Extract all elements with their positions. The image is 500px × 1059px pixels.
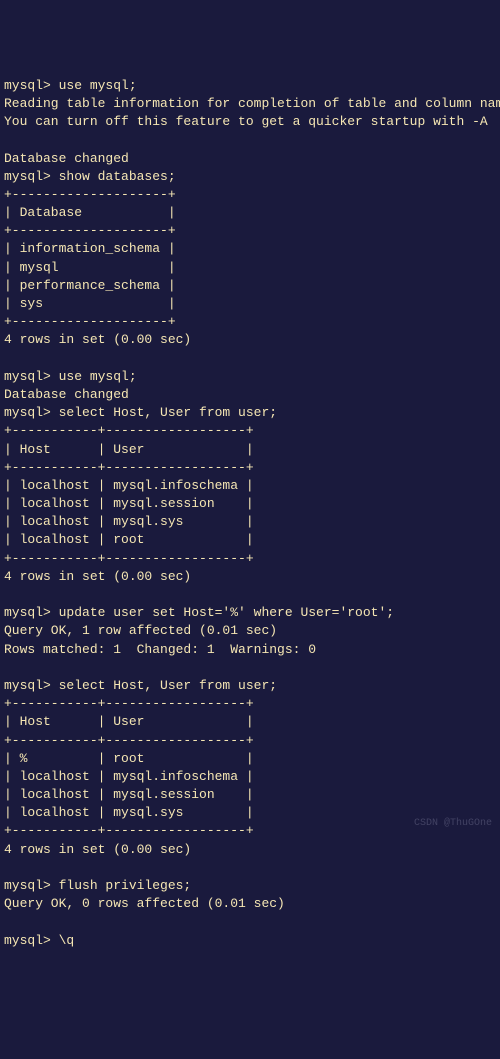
terminal-line: mysql> \q xyxy=(4,932,496,950)
terminal-line: 4 rows in set (0.00 sec) xyxy=(4,331,496,349)
terminal-line: +--------------------+ xyxy=(4,222,496,240)
terminal-line: mysql> select Host, User from user; xyxy=(4,677,496,695)
terminal-line: | information_schema | xyxy=(4,240,496,258)
terminal-line: | localhost | root | xyxy=(4,531,496,549)
terminal-line: | Database | xyxy=(4,204,496,222)
terminal-line: | localhost | mysql.session | xyxy=(4,495,496,513)
terminal-line xyxy=(4,659,496,677)
terminal-line: +-----------+------------------+ xyxy=(4,459,496,477)
terminal-line: Query OK, 0 rows affected (0.01 sec) xyxy=(4,895,496,913)
terminal-line: Rows matched: 1 Changed: 1 Warnings: 0 xyxy=(4,641,496,659)
terminal-line: +-----------+------------------+ xyxy=(4,695,496,713)
terminal-line: mysql> update user set Host='%' where Us… xyxy=(4,604,496,622)
terminal-line: mysql> flush privileges; xyxy=(4,877,496,895)
terminal-line: | Host | User | xyxy=(4,441,496,459)
terminal-line: | % | root | xyxy=(4,750,496,768)
terminal-line xyxy=(4,131,496,149)
terminal-line: | localhost | mysql.infoschema | xyxy=(4,768,496,786)
terminal-line xyxy=(4,350,496,368)
terminal-line: Reading table information for completion… xyxy=(4,95,496,113)
terminal-line: +-----------+------------------+ xyxy=(4,422,496,440)
terminal-line: | performance_schema | xyxy=(4,277,496,295)
terminal-line: | sys | xyxy=(4,295,496,313)
terminal-line: mysql> select Host, User from user; xyxy=(4,404,496,422)
terminal-line: +-----------+------------------+ xyxy=(4,732,496,750)
terminal-line: You can turn off this feature to get a q… xyxy=(4,113,496,131)
terminal-line: +-----------+------------------+ xyxy=(4,550,496,568)
watermark-text: CSDN @ThuGOne xyxy=(414,817,492,831)
terminal-line: Query OK, 1 row affected (0.01 sec) xyxy=(4,622,496,640)
terminal-line: | localhost | mysql.infoschema | xyxy=(4,477,496,495)
terminal-line: mysql> use mysql; xyxy=(4,368,496,386)
terminal-line: mysql> show databases; xyxy=(4,168,496,186)
terminal-line: mysql> use mysql; xyxy=(4,77,496,95)
terminal-line xyxy=(4,859,496,877)
terminal-line: Database changed xyxy=(4,386,496,404)
terminal-line: +--------------------+ xyxy=(4,313,496,331)
terminal-line: | Host | User | xyxy=(4,713,496,731)
terminal-line: +--------------------+ xyxy=(4,186,496,204)
terminal-line: Database changed xyxy=(4,150,496,168)
terminal-line: | localhost | mysql.sys | xyxy=(4,513,496,531)
terminal-line xyxy=(4,586,496,604)
terminal-line xyxy=(4,913,496,931)
terminal-line: 4 rows in set (0.00 sec) xyxy=(4,841,496,859)
terminal-line: | mysql | xyxy=(4,259,496,277)
terminal-line: 4 rows in set (0.00 sec) xyxy=(4,568,496,586)
terminal-line: | localhost | mysql.session | xyxy=(4,786,496,804)
